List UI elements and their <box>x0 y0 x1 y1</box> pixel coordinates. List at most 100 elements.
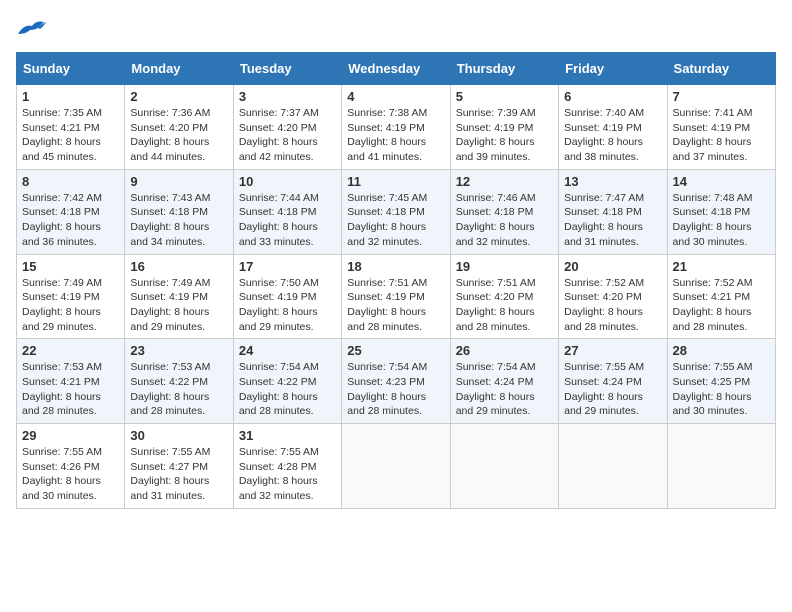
day-content: Sunrise: 7:55 AM Sunset: 4:24 PM Dayligh… <box>564 360 661 419</box>
day-number: 26 <box>456 343 553 358</box>
day-content: Sunrise: 7:48 AM Sunset: 4:18 PM Dayligh… <box>673 191 770 250</box>
day-number: 7 <box>673 89 770 104</box>
calendar-cell: 1 Sunrise: 7:35 AM Sunset: 4:21 PM Dayli… <box>17 85 125 170</box>
calendar-cell: 23 Sunrise: 7:53 AM Sunset: 4:22 PM Dayl… <box>125 339 233 424</box>
calendar-cell: 20 Sunrise: 7:52 AM Sunset: 4:20 PM Dayl… <box>559 254 667 339</box>
calendar-cell: 7 Sunrise: 7:41 AM Sunset: 4:19 PM Dayli… <box>667 85 775 170</box>
day-content: Sunrise: 7:46 AM Sunset: 4:18 PM Dayligh… <box>456 191 553 250</box>
day-number: 9 <box>130 174 227 189</box>
day-content: Sunrise: 7:40 AM Sunset: 4:19 PM Dayligh… <box>564 106 661 165</box>
calendar-cell: 2 Sunrise: 7:36 AM Sunset: 4:20 PM Dayli… <box>125 85 233 170</box>
calendar-week-row: 15 Sunrise: 7:49 AM Sunset: 4:19 PM Dayl… <box>17 254 776 339</box>
day-number: 1 <box>22 89 119 104</box>
logo <box>16 16 52 40</box>
day-content: Sunrise: 7:55 AM Sunset: 4:27 PM Dayligh… <box>130 445 227 504</box>
weekday-header-row: SundayMondayTuesdayWednesdayThursdayFrid… <box>17 53 776 85</box>
day-content: Sunrise: 7:37 AM Sunset: 4:20 PM Dayligh… <box>239 106 336 165</box>
calendar-cell <box>342 424 450 509</box>
day-number: 24 <box>239 343 336 358</box>
calendar-cell <box>559 424 667 509</box>
day-number: 4 <box>347 89 444 104</box>
day-number: 27 <box>564 343 661 358</box>
calendar-cell: 14 Sunrise: 7:48 AM Sunset: 4:18 PM Dayl… <box>667 169 775 254</box>
calendar-cell <box>667 424 775 509</box>
calendar-cell <box>450 424 558 509</box>
logo-bird-icon <box>16 16 48 40</box>
day-number: 16 <box>130 259 227 274</box>
calendar-week-row: 1 Sunrise: 7:35 AM Sunset: 4:21 PM Dayli… <box>17 85 776 170</box>
day-number: 18 <box>347 259 444 274</box>
calendar-cell: 6 Sunrise: 7:40 AM Sunset: 4:19 PM Dayli… <box>559 85 667 170</box>
day-content: Sunrise: 7:38 AM Sunset: 4:19 PM Dayligh… <box>347 106 444 165</box>
calendar-cell: 19 Sunrise: 7:51 AM Sunset: 4:20 PM Dayl… <box>450 254 558 339</box>
calendar-week-row: 22 Sunrise: 7:53 AM Sunset: 4:21 PM Dayl… <box>17 339 776 424</box>
calendar-cell: 8 Sunrise: 7:42 AM Sunset: 4:18 PM Dayli… <box>17 169 125 254</box>
calendar-cell: 27 Sunrise: 7:55 AM Sunset: 4:24 PM Dayl… <box>559 339 667 424</box>
calendar-cell: 30 Sunrise: 7:55 AM Sunset: 4:27 PM Dayl… <box>125 424 233 509</box>
day-number: 13 <box>564 174 661 189</box>
day-content: Sunrise: 7:47 AM Sunset: 4:18 PM Dayligh… <box>564 191 661 250</box>
day-content: Sunrise: 7:53 AM Sunset: 4:22 PM Dayligh… <box>130 360 227 419</box>
calendar-cell: 29 Sunrise: 7:55 AM Sunset: 4:26 PM Dayl… <box>17 424 125 509</box>
calendar-cell: 12 Sunrise: 7:46 AM Sunset: 4:18 PM Dayl… <box>450 169 558 254</box>
day-number: 5 <box>456 89 553 104</box>
day-number: 3 <box>239 89 336 104</box>
day-number: 20 <box>564 259 661 274</box>
calendar-cell: 22 Sunrise: 7:53 AM Sunset: 4:21 PM Dayl… <box>17 339 125 424</box>
day-content: Sunrise: 7:53 AM Sunset: 4:21 PM Dayligh… <box>22 360 119 419</box>
weekday-header-saturday: Saturday <box>667 53 775 85</box>
calendar-cell: 26 Sunrise: 7:54 AM Sunset: 4:24 PM Dayl… <box>450 339 558 424</box>
day-content: Sunrise: 7:50 AM Sunset: 4:19 PM Dayligh… <box>239 276 336 335</box>
calendar-cell: 9 Sunrise: 7:43 AM Sunset: 4:18 PM Dayli… <box>125 169 233 254</box>
calendar-cell: 31 Sunrise: 7:55 AM Sunset: 4:28 PM Dayl… <box>233 424 341 509</box>
weekday-header-sunday: Sunday <box>17 53 125 85</box>
day-number: 30 <box>130 428 227 443</box>
day-number: 6 <box>564 89 661 104</box>
calendar-cell: 17 Sunrise: 7:50 AM Sunset: 4:19 PM Dayl… <box>233 254 341 339</box>
day-content: Sunrise: 7:44 AM Sunset: 4:18 PM Dayligh… <box>239 191 336 250</box>
calendar-cell: 28 Sunrise: 7:55 AM Sunset: 4:25 PM Dayl… <box>667 339 775 424</box>
day-content: Sunrise: 7:55 AM Sunset: 4:26 PM Dayligh… <box>22 445 119 504</box>
calendar-cell: 15 Sunrise: 7:49 AM Sunset: 4:19 PM Dayl… <box>17 254 125 339</box>
weekday-header-thursday: Thursday <box>450 53 558 85</box>
day-number: 8 <box>22 174 119 189</box>
day-number: 15 <box>22 259 119 274</box>
calendar-cell: 3 Sunrise: 7:37 AM Sunset: 4:20 PM Dayli… <box>233 85 341 170</box>
weekday-header-tuesday: Tuesday <box>233 53 341 85</box>
day-content: Sunrise: 7:52 AM Sunset: 4:20 PM Dayligh… <box>564 276 661 335</box>
weekday-header-wednesday: Wednesday <box>342 53 450 85</box>
calendar-cell: 13 Sunrise: 7:47 AM Sunset: 4:18 PM Dayl… <box>559 169 667 254</box>
day-content: Sunrise: 7:36 AM Sunset: 4:20 PM Dayligh… <box>130 106 227 165</box>
day-number: 10 <box>239 174 336 189</box>
day-content: Sunrise: 7:45 AM Sunset: 4:18 PM Dayligh… <box>347 191 444 250</box>
day-number: 21 <box>673 259 770 274</box>
day-content: Sunrise: 7:49 AM Sunset: 4:19 PM Dayligh… <box>130 276 227 335</box>
day-content: Sunrise: 7:42 AM Sunset: 4:18 PM Dayligh… <box>22 191 119 250</box>
day-content: Sunrise: 7:54 AM Sunset: 4:23 PM Dayligh… <box>347 360 444 419</box>
day-number: 12 <box>456 174 553 189</box>
weekday-header-friday: Friday <box>559 53 667 85</box>
calendar-week-row: 29 Sunrise: 7:55 AM Sunset: 4:26 PM Dayl… <box>17 424 776 509</box>
calendar-cell: 4 Sunrise: 7:38 AM Sunset: 4:19 PM Dayli… <box>342 85 450 170</box>
day-number: 11 <box>347 174 444 189</box>
day-number: 17 <box>239 259 336 274</box>
day-number: 22 <box>22 343 119 358</box>
calendar-cell: 11 Sunrise: 7:45 AM Sunset: 4:18 PM Dayl… <box>342 169 450 254</box>
calendar-cell: 25 Sunrise: 7:54 AM Sunset: 4:23 PM Dayl… <box>342 339 450 424</box>
day-content: Sunrise: 7:35 AM Sunset: 4:21 PM Dayligh… <box>22 106 119 165</box>
calendar-cell: 5 Sunrise: 7:39 AM Sunset: 4:19 PM Dayli… <box>450 85 558 170</box>
day-content: Sunrise: 7:49 AM Sunset: 4:19 PM Dayligh… <box>22 276 119 335</box>
day-content: Sunrise: 7:43 AM Sunset: 4:18 PM Dayligh… <box>130 191 227 250</box>
day-number: 31 <box>239 428 336 443</box>
day-number: 23 <box>130 343 227 358</box>
day-content: Sunrise: 7:55 AM Sunset: 4:28 PM Dayligh… <box>239 445 336 504</box>
day-number: 19 <box>456 259 553 274</box>
calendar-cell: 18 Sunrise: 7:51 AM Sunset: 4:19 PM Dayl… <box>342 254 450 339</box>
day-content: Sunrise: 7:41 AM Sunset: 4:19 PM Dayligh… <box>673 106 770 165</box>
weekday-header-monday: Monday <box>125 53 233 85</box>
day-content: Sunrise: 7:55 AM Sunset: 4:25 PM Dayligh… <box>673 360 770 419</box>
calendar-week-row: 8 Sunrise: 7:42 AM Sunset: 4:18 PM Dayli… <box>17 169 776 254</box>
day-number: 14 <box>673 174 770 189</box>
calendar-cell: 10 Sunrise: 7:44 AM Sunset: 4:18 PM Dayl… <box>233 169 341 254</box>
day-number: 28 <box>673 343 770 358</box>
